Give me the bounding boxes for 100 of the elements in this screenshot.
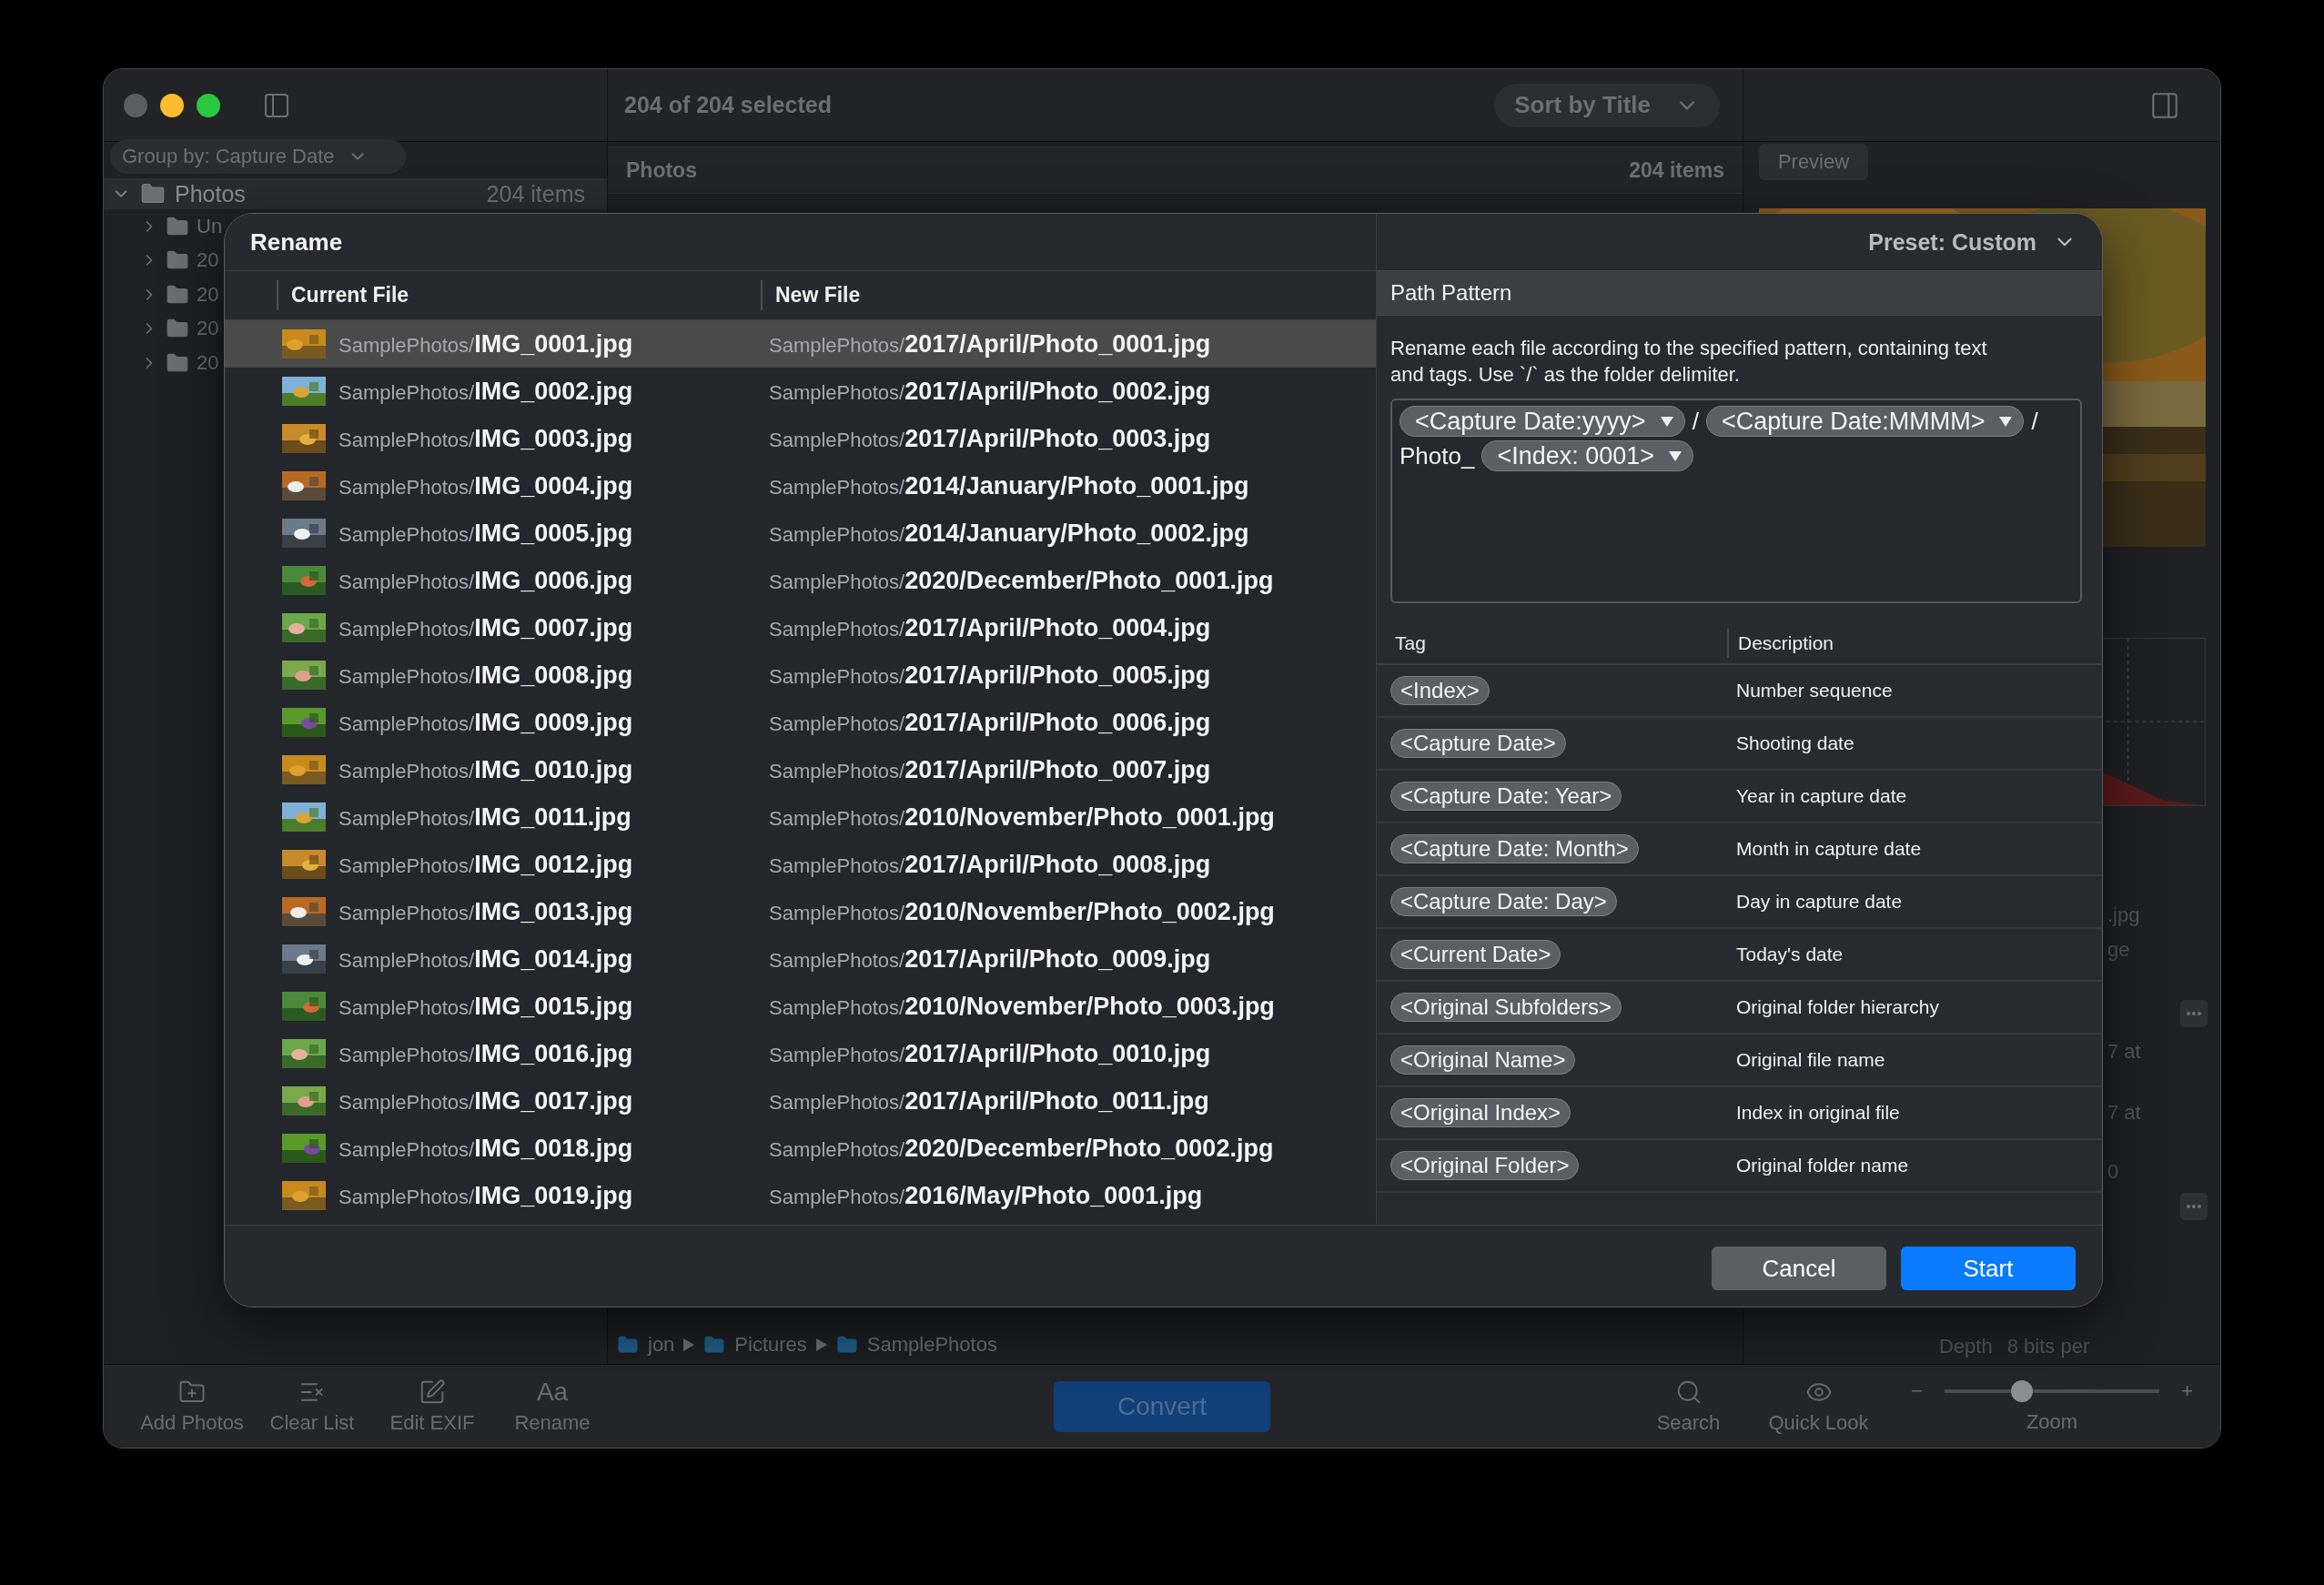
tag-chip[interactable]: <Original Index> [1390, 1098, 1571, 1128]
preset-dropdown[interactable]: Preset: Custom [1377, 214, 2102, 270]
folder-icon [703, 1334, 726, 1356]
folder-icon [617, 1334, 639, 1356]
pattern-token[interactable]: <Index: 0001> [1481, 440, 1694, 472]
tag-description: Index in original file [1736, 1102, 1901, 1125]
folder-name: 20 [197, 350, 219, 375]
pattern-field[interactable]: <Capture Date:yyyy> / <Capture Date:MMMM> / Photo_ <Index: 0001> [1390, 399, 2082, 604]
current-file-path: SamplePhotos/IMG_0019.jpg [338, 1181, 633, 1210]
file-row[interactable]: SamplePhotos/IMG_0012.jpg SamplePhotos/2017/April/Photo_0008.jpg [225, 841, 1376, 888]
help-text: Rename each file according to the specified pattern, containing text and tags. Use `/` as the folder delimiter. [1389, 336, 1988, 388]
tag-chip[interactable]: <Index> [1390, 676, 1490, 706]
list-title: Photos [626, 157, 697, 183]
current-file-path: SamplePhotos/IMG_0006.jpg [338, 566, 633, 595]
folder-name: Photos [175, 180, 246, 207]
close-button[interactable] [124, 93, 147, 117]
pattern-token[interactable]: <Capture Date:yyyy> [1399, 406, 1685, 438]
file-row[interactable]: SamplePhotos/IMG_0006.jpg SamplePhotos/2020/December/Photo_0001.jpg [225, 557, 1376, 604]
file-row[interactable]: SamplePhotos/IMG_0007.jpg SamplePhotos/2017/April/Photo_0004.jpg [225, 604, 1376, 651]
cancel-button[interactable]: Cancel [1712, 1247, 1886, 1290]
new-file-path: SamplePhotos/2017/April/Photo_0003.jpg [769, 424, 1212, 453]
current-file-path: SamplePhotos/IMG_0007.jpg [338, 613, 633, 642]
file-row[interactable]: SamplePhotos/IMG_0004.jpg SamplePhotos/2014/January/Photo_0001.jpg [225, 462, 1376, 510]
file-row[interactable]: SamplePhotos/IMG_0008.jpg SamplePhotos/2017/April/Photo_0005.jpg [225, 651, 1376, 699]
section-header: Path Pattern [1377, 270, 2102, 316]
new-file-path: SamplePhotos/2017/April/Photo_0004.jpg [769, 613, 1212, 642]
caret-icon [1660, 416, 1673, 427]
new-file-path: SamplePhotos/2014/January/Photo_0002.jpg [769, 519, 1250, 548]
tag-chip[interactable]: <Capture Date: Month> [1390, 834, 1639, 864]
current-file-path: SamplePhotos/IMG_0010.jpg [338, 755, 633, 784]
file-row[interactable]: SamplePhotos/IMG_0018.jpg SamplePhotos/2020/December/Photo_0002.jpg [225, 1125, 1376, 1172]
new-file-path: SamplePhotos/2017/April/Photo_0010.jpg [769, 1039, 1212, 1068]
ellipsis-icon [2187, 1012, 2201, 1015]
tag-chip[interactable]: <Current Date> [1390, 940, 1561, 970]
slider-thumb[interactable] [2010, 1379, 2033, 1402]
new-file-path: SamplePhotos/2016/May/Photo_0001.jpg [769, 1181, 1204, 1210]
current-file-path: SamplePhotos/IMG_0001.jpg [338, 329, 633, 358]
current-file-path: SamplePhotos/IMG_0018.jpg [338, 1134, 633, 1163]
current-file-path: SamplePhotos/IMG_0015.jpg [338, 992, 633, 1021]
tag-chip[interactable]: <Capture Date: Year> [1390, 782, 1622, 812]
tag-chip[interactable]: <Capture Date> [1390, 729, 1566, 759]
tag-description: Today's date [1736, 944, 1844, 966]
current-file-path: SamplePhotos/IMG_0005.jpg [338, 519, 633, 548]
file-row[interactable]: SamplePhotos/IMG_0001.jpg SamplePhotos/2017/April/Photo_0001.jpg [225, 320, 1376, 368]
tag-chip[interactable]: <Original Subfolders> [1390, 993, 1622, 1023]
file-row[interactable]: SamplePhotos/IMG_0016.jpg SamplePhotos/2017/April/Photo_0010.jpg [225, 1030, 1376, 1077]
current-file-path: SamplePhotos/IMG_0002.jpg [338, 377, 633, 406]
current-file-path: SamplePhotos/IMG_0016.jpg [338, 1039, 633, 1068]
new-file-path: SamplePhotos/2014/January/Photo_0001.jpg [769, 471, 1250, 500]
current-file-path: SamplePhotos/IMG_0014.jpg [338, 944, 633, 974]
file-row[interactable]: SamplePhotos/IMG_0002.jpg SamplePhotos/2017/April/Photo_0002.jpg [225, 368, 1376, 415]
new-file-path: SamplePhotos/2020/December/Photo_0001.jpg [769, 566, 1275, 595]
file-row[interactable]: SamplePhotos/IMG_0017.jpg SamplePhotos/2017/April/Photo_0011.jpg [225, 1077, 1376, 1125]
folder-name: 20 [197, 317, 219, 341]
tag-chip[interactable]: <Original Name> [1390, 1045, 1576, 1075]
current-file-path: SamplePhotos/IMG_0004.jpg [338, 471, 633, 500]
current-file-path: SamplePhotos/IMG_0003.jpg [338, 424, 633, 453]
zoom-label: Zoom [2026, 1409, 2078, 1434]
selection-count: 204 of 204 selected [624, 92, 832, 118]
new-file-path: SamplePhotos/2010/November/Photo_0001.jpg [769, 803, 1276, 832]
folder-icon [835, 1334, 858, 1356]
more-button[interactable] [2180, 1000, 2208, 1027]
new-file-path: SamplePhotos/2017/April/Photo_0008.jpg [769, 850, 1212, 879]
file-row[interactable]: SamplePhotos/IMG_0015.jpg SamplePhotos/2010/November/Photo_0003.jpg [225, 983, 1376, 1030]
triangle-icon [683, 1338, 695, 1351]
tag-description: Original file name [1736, 1049, 1886, 1072]
tag-chip[interactable]: <Original Folder> [1390, 1151, 1580, 1181]
column-header[interactable]: Tag [1377, 629, 1727, 659]
tag-description: Original folder name [1736, 1155, 1910, 1177]
folder-name: Un [197, 214, 223, 238]
tag-description: Month in capture date [1736, 838, 1923, 861]
current-file-path: SamplePhotos/IMG_0017.jpg [338, 1086, 633, 1116]
tag-chip[interactable]: <Capture Date: Day> [1390, 887, 1617, 917]
file-row[interactable]: SamplePhotos/IMG_0014.jpg SamplePhotos/2017/April/Photo_0009.jpg [225, 935, 1376, 983]
file-row[interactable]: SamplePhotos/IMG_0011.jpg SamplePhotos/2010/November/Photo_0001.jpg [225, 793, 1376, 841]
tag-description: Shooting date [1736, 732, 1855, 755]
new-file-path: SamplePhotos/2010/November/Photo_0002.jpg [769, 897, 1276, 926]
minimize-button[interactable] [160, 93, 184, 117]
file-row[interactable]: SamplePhotos/IMG_0003.jpg SamplePhotos/2017/April/Photo_0003.jpg [225, 415, 1376, 462]
file-row[interactable]: SamplePhotos/IMG_0019.jpg SamplePhotos/2016/May/Photo_0001.jpg [225, 1172, 1376, 1219]
new-file-path: SamplePhotos/2017/April/Photo_0001.jpg [769, 329, 1212, 358]
current-file-path: SamplePhotos/IMG_0009.jpg [338, 708, 633, 737]
tag-description: Original folder hierarchy [1736, 996, 1940, 1019]
file-row[interactable]: SamplePhotos/IMG_0010.jpg SamplePhotos/2017/April/Photo_0007.jpg [225, 746, 1376, 793]
text-glyph: Aa [536, 1378, 569, 1406]
more-button[interactable] [2180, 1193, 2208, 1220]
file-row[interactable]: SamplePhotos/IMG_0013.jpg SamplePhotos/2010/November/Photo_0002.jpg [225, 888, 1376, 935]
tag-description: Number sequence [1736, 680, 1894, 702]
column-header[interactable]: Current File [277, 280, 761, 310]
new-file-path: SamplePhotos/2017/April/Photo_0009.jpg [769, 944, 1212, 974]
item-count: 204 items [486, 180, 585, 207]
current-file-path: SamplePhotos/IMG_0013.jpg [338, 897, 633, 926]
new-file-path: SamplePhotos/2017/April/Photo_0006.jpg [769, 708, 1212, 737]
sidebar-item[interactable]: Photos 204 items [104, 178, 607, 209]
zoom-button[interactable] [197, 93, 220, 117]
file-row[interactable]: SamplePhotos/IMG_0005.jpg SamplePhotos/2014/January/Photo_0002.jpg [225, 510, 1376, 557]
start-button[interactable]: Start [1901, 1247, 2076, 1290]
pattern-token[interactable]: <Capture Date:MMMM> [1705, 406, 2025, 438]
file-row[interactable]: SamplePhotos/IMG_0009.jpg SamplePhotos/2017/April/Photo_0006.jpg [225, 699, 1376, 746]
column-header[interactable]: Description [1727, 629, 2102, 659]
